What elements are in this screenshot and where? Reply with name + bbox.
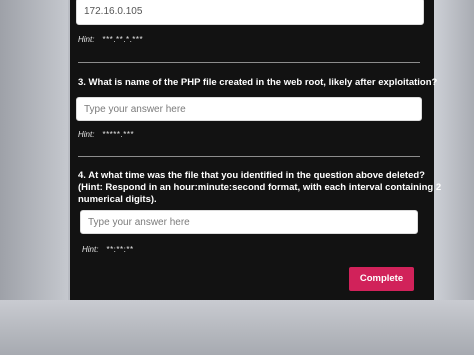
question-3-text: 3. What is name of the PHP file created … [78, 77, 438, 88]
monitor-edge-right [434, 0, 474, 300]
hint-q4-mask: **:**:** [106, 245, 134, 254]
monitor-edge-left [0, 0, 68, 300]
answer-input-q2-value: 172.16.0.105 [84, 6, 143, 17]
answer-input-q4-placeholder: Type your answer here [88, 217, 190, 228]
hint-q4-label: Hint: [82, 245, 99, 254]
hint-q2-label: Hint: [78, 35, 95, 44]
answer-input-q3[interactable]: Type your answer here [76, 97, 422, 121]
monitor-bezel [0, 300, 474, 355]
answer-input-q3-placeholder: Type your answer here [84, 104, 186, 115]
hint-q3: Hint: *****.*** [78, 130, 134, 139]
hint-q2-mask: ***.**.*.*** [102, 35, 144, 44]
question-4-line-1: 4. At what time was the file that you id… [78, 170, 425, 181]
hint-q4: Hint: **:**:** [82, 245, 134, 254]
answer-input-q2[interactable]: 172.16.0.105 [76, 0, 424, 25]
hint-q3-mask: *****.*** [102, 130, 135, 139]
hint-q2: Hint: ***.**.*.*** [78, 35, 143, 44]
hint-q3-label: Hint: [78, 130, 95, 139]
question-4-text: 4. At what time was the file that you id… [78, 170, 442, 206]
divider-q3-q4 [78, 156, 420, 157]
divider-q2-q3 [78, 62, 420, 63]
question-4-line-2: (Hint: Respond in an hour:minute:second … [78, 182, 442, 193]
answer-input-q4[interactable]: Type your answer here [80, 210, 418, 234]
complete-button[interactable]: Complete [349, 267, 414, 291]
quiz-panel: 172.16.0.105 Hint: ***.**.*.*** 3. What i… [70, 0, 442, 300]
question-4-line-3: numerical digits). [78, 194, 157, 205]
